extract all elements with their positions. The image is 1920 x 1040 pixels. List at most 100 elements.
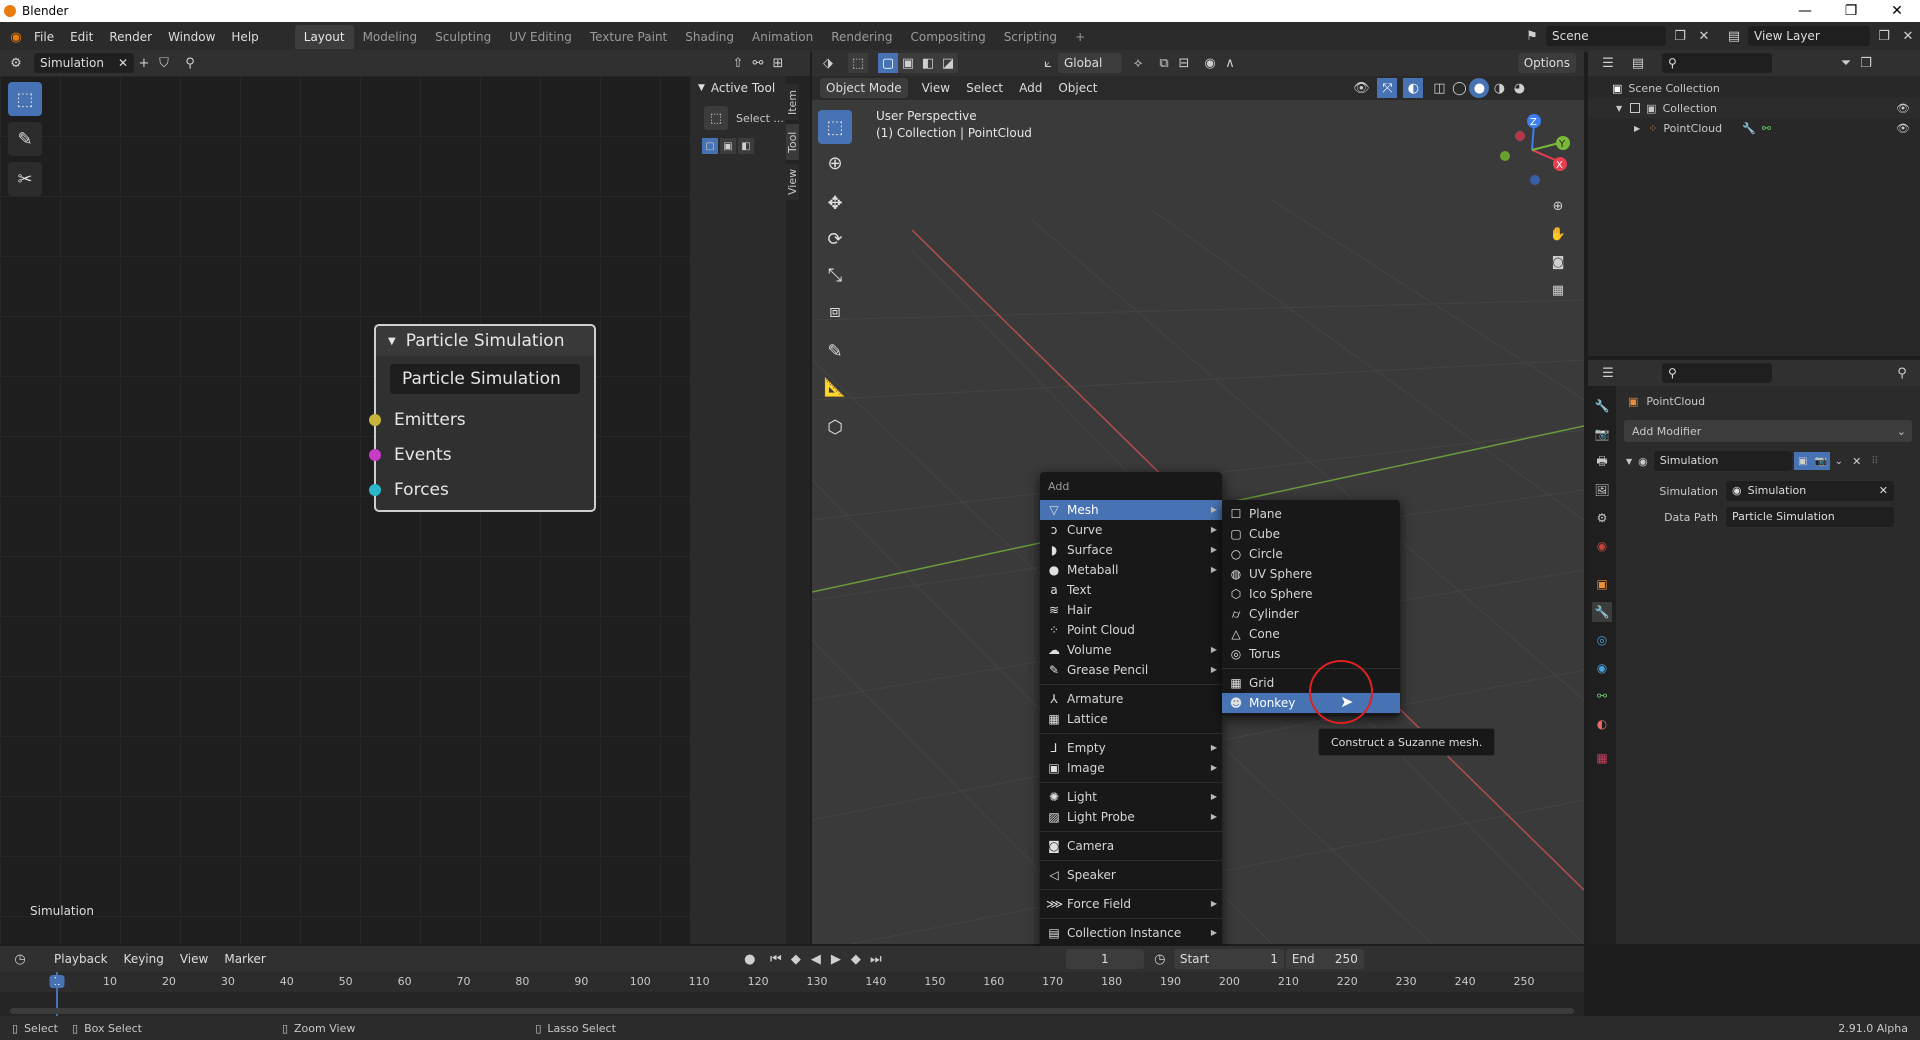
- xray-icon[interactable]: ◫: [1429, 78, 1449, 98]
- viewport-menu-add[interactable]: Add: [1011, 77, 1050, 99]
- jump-end-icon[interactable]: ⏭: [866, 949, 886, 969]
- mesh-item-cube[interactable]: ▢ Cube: [1222, 524, 1400, 544]
- editor-type-icon[interactable]: ◷: [10, 949, 30, 969]
- menu-help[interactable]: Help: [223, 26, 266, 48]
- record-icon[interactable]: ●: [740, 949, 760, 969]
- minimize-button[interactable]: —: [1782, 0, 1828, 22]
- show-render-icon[interactable]: 📷: [1811, 452, 1830, 470]
- add-menu-item-light[interactable]: ✺ Light ▶: [1040, 787, 1222, 807]
- world-tab-icon[interactable]: ◉: [1592, 536, 1612, 556]
- properties-search-input[interactable]: ⚲: [1662, 363, 1772, 383]
- camera-view-icon[interactable]: ◙: [1548, 252, 1568, 272]
- maximize-button[interactable]: ❐: [1828, 0, 1874, 22]
- object-tab-icon[interactable]: ▣: [1592, 574, 1612, 594]
- mode-dropdown[interactable]: Object Mode: [820, 78, 908, 98]
- end-frame-field[interactable]: End 250: [1285, 949, 1364, 969]
- pin-icon[interactable]: ⚲: [1892, 363, 1912, 383]
- tab-shading[interactable]: Shading: [676, 25, 743, 49]
- pin-icon[interactable]: ⚲: [180, 53, 200, 73]
- pan-hand-icon[interactable]: ✋: [1548, 224, 1568, 244]
- mesh-item-cone[interactable]: △ Cone: [1222, 624, 1400, 644]
- node-header[interactable]: ▼ Particle Simulation: [376, 326, 594, 356]
- collapse-icon[interactable]: ▼: [698, 83, 705, 93]
- measure-tool-icon[interactable]: 📐: [818, 370, 852, 404]
- physics-tab-icon[interactable]: ◉: [1592, 658, 1612, 678]
- menu-render[interactable]: Render: [101, 26, 160, 48]
- shading-wireframe-icon[interactable]: ◯: [1449, 78, 1469, 98]
- data-tab-icon[interactable]: ◐: [1592, 714, 1612, 734]
- mode-extend-icon[interactable]: ▣: [898, 53, 918, 73]
- close-icon[interactable]: ✕: [118, 53, 128, 73]
- scene-tab-icon[interactable]: ⚙: [1592, 508, 1612, 528]
- timeline-menu-view[interactable]: View: [172, 948, 216, 970]
- close-window-button[interactable]: ✕: [1874, 0, 1920, 22]
- view-layer-field[interactable]: View Layer: [1748, 26, 1870, 46]
- annotate-tool-icon[interactable]: ✎: [8, 122, 42, 156]
- simulation-field[interactable]: ◉ Simulation ✕: [1726, 481, 1894, 501]
- collapse-icon[interactable]: ▼: [388, 336, 396, 347]
- view-layer-icon[interactable]: ▤: [1724, 26, 1744, 46]
- filter-icon[interactable]: ⏷: [1836, 53, 1856, 73]
- parent-icon[interactable]: ⇧: [728, 53, 748, 73]
- add-cube-tool-icon[interactable]: ⬡: [818, 410, 852, 444]
- timeline-menu-marker[interactable]: Marker: [216, 948, 273, 970]
- add-menu-item-speaker[interactable]: ◁ Speaker: [1040, 865, 1222, 885]
- editor-type-icon[interactable]: ⬗: [818, 53, 838, 73]
- texture-tab-icon[interactable]: ▦: [1592, 748, 1612, 768]
- add-workspace-button[interactable]: +: [1066, 25, 1094, 49]
- mesh-item-circle[interactable]: ○ Circle: [1222, 544, 1400, 564]
- timeline-menu-keying[interactable]: Keying: [116, 948, 172, 970]
- prev-keyframe-icon[interactable]: ◆: [786, 949, 806, 969]
- shading-solid-icon[interactable]: ●: [1469, 78, 1490, 98]
- select-box-icon[interactable]: ⬚: [704, 106, 728, 130]
- select-box-icon[interactable]: ⬚: [848, 53, 868, 73]
- remove-modifier-icon[interactable]: ✕: [1848, 452, 1866, 470]
- add-menu-item-surface[interactable]: ◗ Surface ▶: [1040, 540, 1222, 560]
- add-menu-item-camera[interactable]: ◙ Camera: [1040, 836, 1222, 856]
- scene-icon[interactable]: ⚑: [1522, 26, 1542, 46]
- modifier-name-field[interactable]: Simulation: [1653, 451, 1792, 471]
- outliner-search-input[interactable]: ⚲: [1662, 53, 1772, 73]
- show-in-editmode-icon[interactable]: ▣: [1793, 452, 1812, 470]
- add-menu-item-light-probe[interactable]: ▨ Light Probe ▶: [1040, 807, 1222, 827]
- ortho-toggle-icon[interactable]: ▦: [1548, 280, 1568, 300]
- snap-icon[interactable]: ⊞: [768, 53, 788, 73]
- outliner-row-collection[interactable]: ▼ ▣ Collection 👁: [1588, 98, 1920, 118]
- shading-rendered-icon[interactable]: ◕: [1509, 78, 1529, 98]
- tab-rendering[interactable]: Rendering: [822, 25, 901, 49]
- play-icon[interactable]: ▶: [826, 949, 846, 969]
- checkbox-icon[interactable]: [1630, 103, 1641, 113]
- add-menu-item-text[interactable]: a Text: [1040, 580, 1222, 600]
- particle-simulation-node[interactable]: ▼ Particle Simulation Particle Simulatio…: [369, 324, 596, 512]
- drag-handle-icon[interactable]: ⠿: [1866, 452, 1884, 470]
- menu-file[interactable]: File: [26, 26, 62, 48]
- data-path-field[interactable]: Particle Simulation: [1726, 507, 1894, 527]
- add-menu-item-point-cloud[interactable]: ⁘ Point Cloud: [1040, 620, 1222, 640]
- select-box-tool-icon[interactable]: ⬚: [818, 110, 852, 144]
- clear-icon[interactable]: ✕: [1879, 481, 1888, 501]
- mesh-item-cylinder[interactable]: ⌭ Cylinder: [1222, 604, 1400, 624]
- add-menu-item-empty[interactable]: ⅃ Empty ▶: [1040, 738, 1222, 758]
- mode-new-icon[interactable]: ▢: [702, 138, 718, 154]
- next-keyframe-icon[interactable]: ◆: [846, 949, 866, 969]
- tab-view[interactable]: View: [786, 164, 799, 200]
- collapse-icon[interactable]: ▼: [1626, 457, 1632, 466]
- snap-icon[interactable]: ⧉: [1154, 53, 1174, 73]
- eye-icon[interactable]: 👁: [1896, 102, 1910, 115]
- editor-type-icon[interactable]: ⚙: [6, 53, 26, 73]
- modifier-tab-icon[interactable]: 🔧: [1592, 602, 1612, 622]
- mesh-item-plane[interactable]: ☐ Plane: [1222, 504, 1400, 524]
- add-menu-item-curve[interactable]: ↄ Curve ▶: [1040, 520, 1222, 540]
- pivot-icon[interactable]: ⟡: [1128, 53, 1148, 73]
- transform-tool-icon[interactable]: ⧈: [818, 294, 852, 328]
- active-tool-panel-header[interactable]: ▼ Active Tool: [690, 76, 786, 100]
- node-tree-icon[interactable]: ⚯: [1762, 122, 1771, 135]
- proportional-edit-icon[interactable]: ◉: [1200, 53, 1220, 73]
- output-tab-icon[interactable]: 🖶: [1592, 452, 1612, 472]
- menu-edit[interactable]: Edit: [62, 26, 101, 48]
- tab-animation[interactable]: Animation: [743, 25, 822, 49]
- menu-window[interactable]: Window: [160, 26, 223, 48]
- render-tab-icon[interactable]: 📷: [1592, 424, 1612, 444]
- tab-modeling[interactable]: Modeling: [354, 25, 427, 49]
- add-menu-item-hair[interactable]: ≋ Hair: [1040, 600, 1222, 620]
